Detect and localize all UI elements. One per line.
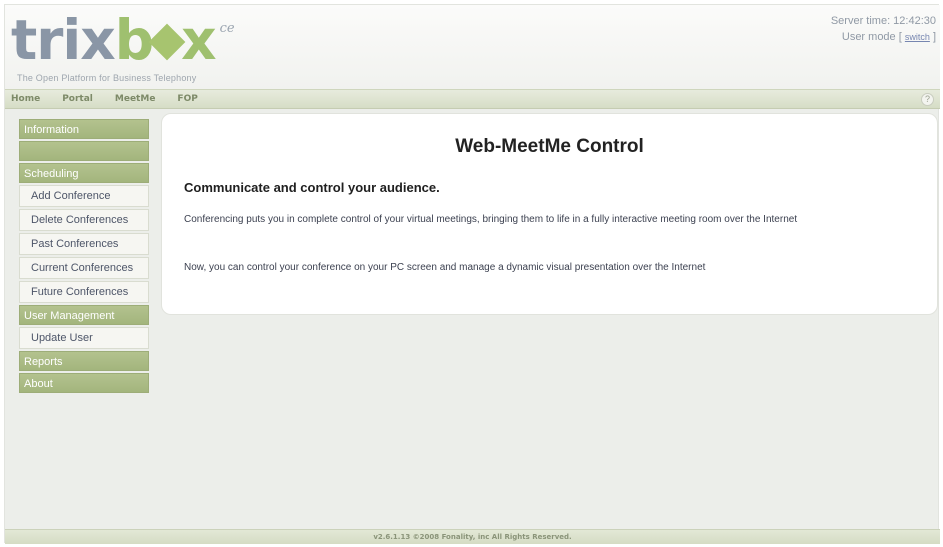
top-navigation: Home Portal MeetMe FOP ? [5,89,940,109]
tagline: The Open Platform for Business Telephony [17,73,197,83]
trixbox-logo[interactable]: trixb x ce [11,9,235,75]
page-frame: trixb x ce The Open Platform for Business… [4,4,940,544]
sidebar-item-scheduling[interactable]: Scheduling [19,163,149,183]
intro-paragraph: Conferencing puts you in complete contro… [184,214,798,225]
switch-user-mode-link[interactable]: switch [905,32,930,42]
sidebar-item-delete-conferences[interactable]: Delete Conferences [19,209,149,231]
sidebar-item-add-conference[interactable]: Add Conference [19,185,149,207]
nav-home[interactable]: Home [11,94,40,104]
server-time: Server time: 12:42:30 [830,15,936,27]
sidebar-item-information[interactable]: Information [19,119,149,139]
footer: v2.6.1.13 ©2008 Fonality, inc All Rights… [5,529,940,544]
nav-fop[interactable]: FOP [177,94,197,104]
user-mode: User mode [ switch ] [831,29,936,45]
sidebar: Information Scheduling Add Conference De… [19,119,149,395]
logo-text: trixb x [11,8,217,72]
sidebar-item-current-conferences[interactable]: Current Conferences [19,257,149,279]
header: trixb x ce The Open Platform for Business… [5,5,940,89]
logo-edition: ce [219,21,235,36]
page-title: Web-MeetMe Control [455,136,644,157]
description-paragraph: Now, you can control your conference on … [184,262,706,273]
sidebar-item-user-management[interactable]: User Management [19,305,149,325]
sidebar-item-past-conferences[interactable]: Past Conferences [19,233,149,255]
help-icon[interactable]: ? [921,93,934,106]
sidebar-item-about[interactable]: About [19,373,149,393]
user-mode-label: User mode [ [841,31,902,43]
sidebar-blank-header [19,141,149,161]
sidebar-item-reports[interactable]: Reports [19,351,149,371]
nav-portal[interactable]: Portal [62,94,93,104]
sidebar-item-update-user[interactable]: Update User [19,327,149,349]
server-info: Server time: 12:42:30 User mode [ switch… [831,13,936,45]
page-subtitle: Communicate and control your audience. [184,180,440,195]
sidebar-item-future-conferences[interactable]: Future Conferences [19,281,149,303]
nav-meetme[interactable]: MeetMe [115,94,156,104]
logo-diamond-icon [148,23,186,61]
main-content-panel: Web-MeetMe Control Communicate and contr… [161,113,938,315]
user-mode-close: ] [932,31,936,43]
